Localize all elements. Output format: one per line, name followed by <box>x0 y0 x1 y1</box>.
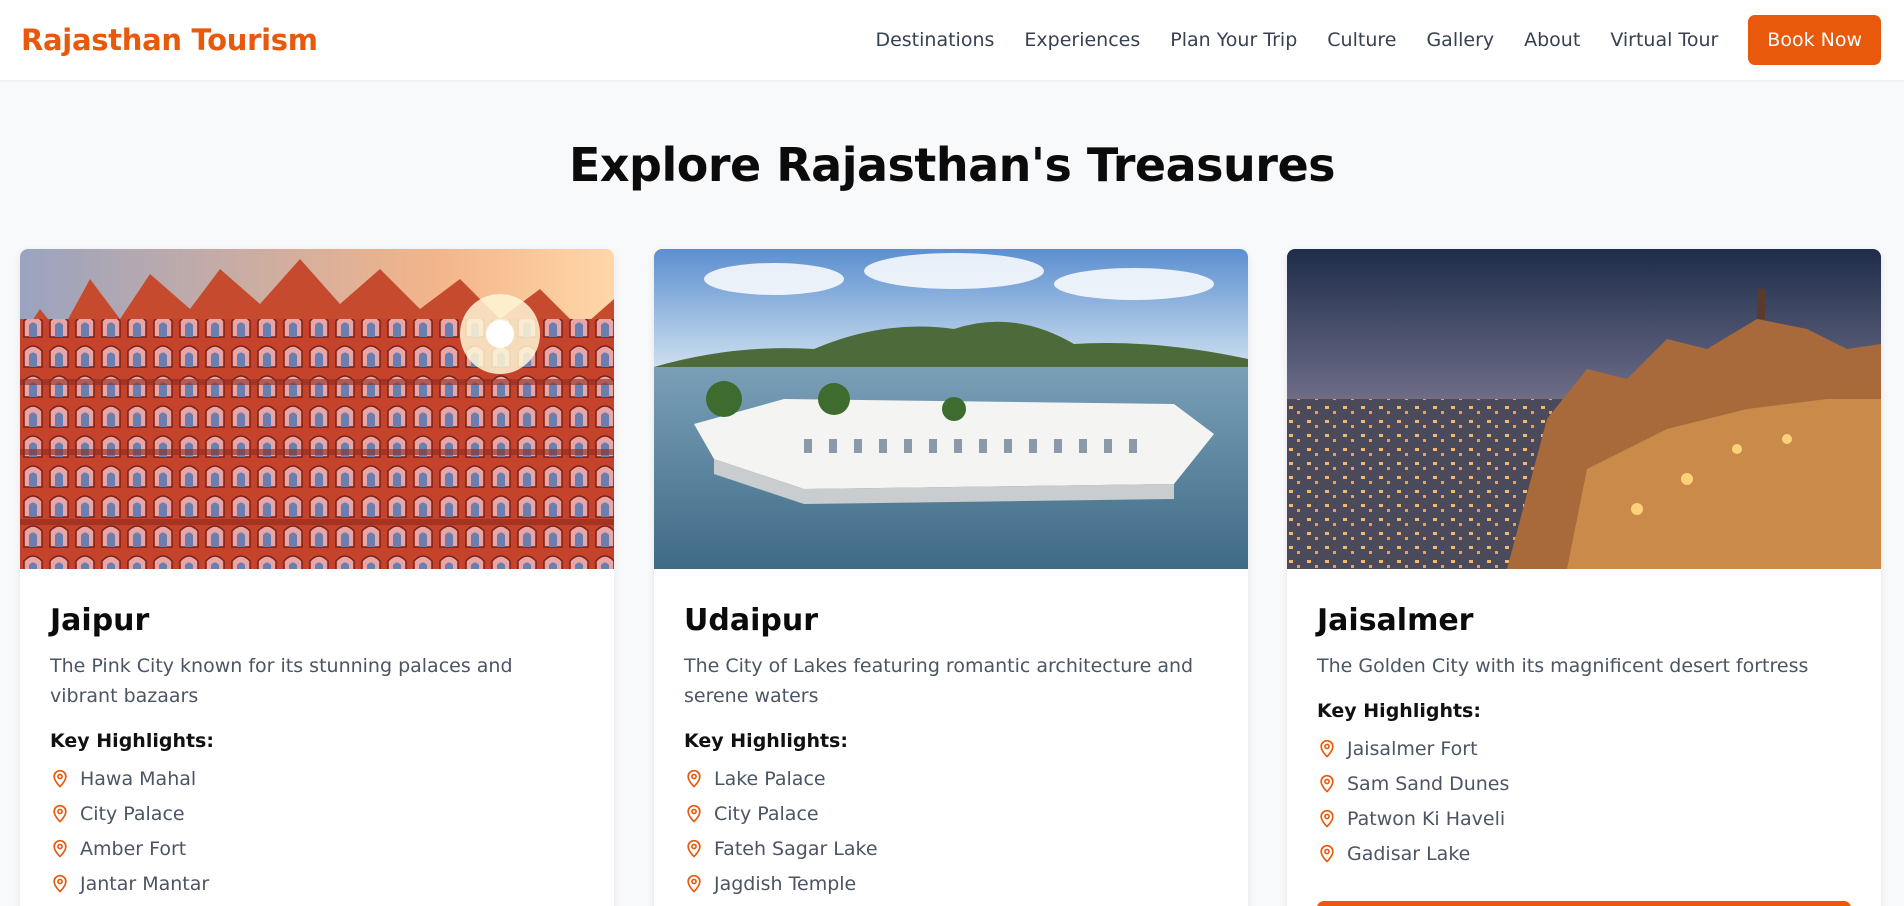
highlights-list: Hawa Mahal City Palace Amber Fort Jantar… <box>50 761 584 901</box>
list-item: Patwon Ki Haveli <box>1317 801 1851 836</box>
map-pin-icon <box>53 839 67 858</box>
card-action-button[interactable] <box>1317 901 1851 906</box>
list-item: Sam Sand Dunes <box>1317 766 1851 801</box>
highlight-text: Fateh Sagar Lake <box>714 837 878 860</box>
site-logo[interactable]: Rajasthan Tourism <box>21 23 318 57</box>
nav-gallery[interactable]: Gallery <box>1426 29 1494 51</box>
list-item: Jagdish Temple <box>684 866 1218 901</box>
map-pin-icon <box>687 769 701 788</box>
highlight-text: Gadisar Lake <box>1347 842 1471 865</box>
map-pin-icon <box>1320 809 1334 828</box>
list-item: Fateh Sagar Lake <box>684 831 1218 866</box>
card-description: The Golden City with its magnificent des… <box>1317 655 1809 677</box>
main-nav: Destinations Experiences Plan Your Trip … <box>875 15 1881 65</box>
map-pin-icon <box>687 874 701 893</box>
nav-culture[interactable]: Culture <box>1327 29 1396 51</box>
highlight-text: Jagdish Temple <box>714 872 857 895</box>
nav-about[interactable]: About <box>1524 29 1580 51</box>
card-title: Jaisalmer <box>1317 603 1474 638</box>
list-item: Hawa Mahal <box>50 761 584 796</box>
highlight-text: Jantar Mantar <box>80 872 210 895</box>
map-pin-icon <box>1320 774 1334 793</box>
highlight-text: Amber Fort <box>80 837 187 860</box>
nav-plan-your-trip[interactable]: Plan Your Trip <box>1170 29 1297 51</box>
card-description: The City of Lakes featuring romantic arc… <box>684 655 1194 707</box>
map-pin-icon <box>53 804 67 823</box>
highlights-label: Key Highlights: <box>50 730 214 752</box>
card-title: Jaipur <box>50 603 150 638</box>
highlight-text: City Palace <box>714 802 819 825</box>
highlights-label: Key Highlights: <box>1317 700 1481 722</box>
top-navbar: Rajasthan Tourism Destinations Experienc… <box>0 0 1904 80</box>
list-item: Lake Palace <box>684 761 1218 796</box>
destination-card-jaipur[interactable]: Jaipur The Pink City known for its stunn… <box>20 249 614 906</box>
list-item: City Palace <box>684 796 1218 831</box>
highlight-text: Patwon Ki Haveli <box>1347 807 1506 830</box>
highlight-text: Lake Palace <box>714 767 826 790</box>
map-pin-icon <box>1320 844 1334 863</box>
book-now-button[interactable]: Book Now <box>1748 15 1881 65</box>
highlights-label: Key Highlights: <box>684 730 848 752</box>
list-item: Amber Fort <box>50 831 584 866</box>
nav-destinations[interactable]: Destinations <box>875 29 994 51</box>
card-title: Udaipur <box>684 603 818 638</box>
map-pin-icon <box>687 839 701 858</box>
nav-experiences[interactable]: Experiences <box>1024 29 1140 51</box>
map-pin-icon <box>53 874 67 893</box>
list-item: Jantar Mantar <box>50 866 584 901</box>
udaipur-image <box>654 249 1248 569</box>
map-pin-icon <box>53 769 67 788</box>
highlight-text: City Palace <box>80 802 185 825</box>
map-pin-icon <box>687 804 701 823</box>
list-item: Jaisalmer Fort <box>1317 731 1851 766</box>
jaisalmer-image <box>1287 249 1881 569</box>
list-item: Gadisar Lake <box>1317 836 1851 871</box>
card-description: The Pink City known for its stunning pal… <box>50 655 513 707</box>
highlight-text: Hawa Mahal <box>80 767 197 790</box>
destination-card-jaisalmer[interactable]: Jaisalmer The Golden City with its magni… <box>1287 249 1881 906</box>
destination-card-udaipur[interactable]: Udaipur The City of Lakes featuring roma… <box>654 249 1248 906</box>
highlights-list: Lake Palace City Palace Fateh Sagar Lake… <box>684 761 1218 901</box>
highlights-list: Jaisalmer Fort Sam Sand Dunes Patwon Ki … <box>1317 731 1851 871</box>
jaipur-image <box>20 249 614 569</box>
highlight-text: Sam Sand Dunes <box>1347 772 1510 795</box>
nav-virtual-tour[interactable]: Virtual Tour <box>1610 29 1718 51</box>
highlight-text: Jaisalmer Fort <box>1347 737 1478 760</box>
section-title: Explore Rajasthan's Treasures <box>568 138 1336 192</box>
map-pin-icon <box>1320 739 1334 758</box>
list-item: City Palace <box>50 796 584 831</box>
